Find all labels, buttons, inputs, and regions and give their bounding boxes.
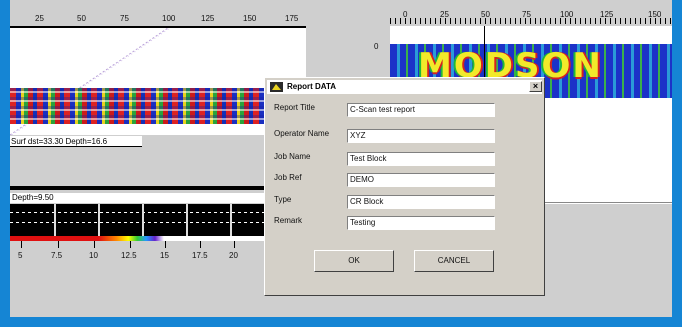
type-label: Type: [274, 195, 292, 204]
ruler-tick-label: 25: [35, 14, 44, 23]
job-name-label: Job Name: [274, 152, 311, 161]
ruler-tick: [234, 241, 235, 248]
grid-line: [230, 204, 232, 236]
cancel-button[interactable]: CANCEL: [414, 250, 494, 272]
ruler-tick-label: 15: [160, 251, 169, 260]
grid-line: [54, 204, 56, 236]
operator-name-label: Operator Name: [274, 129, 330, 138]
ruler-tick-label: 150: [243, 14, 257, 23]
depth-readout: Depth=9.50: [10, 193, 306, 203]
surface-depth-readout: Surf dst=33.30 Depth=16.6: [10, 136, 142, 147]
ruler-tick-label: 0: [374, 42, 379, 51]
app-window: 25 50 75 100 125 150 175 Surf dst=33.30 …: [0, 0, 682, 327]
ruler-tick-label: 125: [201, 14, 215, 23]
report-title-label: Report Title: [274, 103, 315, 112]
ruler-tick-label: 5: [18, 251, 23, 260]
ruler-tick-label: 17.5: [192, 251, 208, 260]
cscan-top-ruler: 0 25 50 75 100 125 150: [390, 10, 672, 26]
ok-button[interactable]: OK: [314, 250, 394, 272]
ruler-tick: [165, 241, 166, 248]
job-name-input[interactable]: Test Block: [347, 152, 495, 166]
ruler-tick-label: 50: [77, 14, 86, 23]
app-icon: [270, 82, 283, 92]
ruler-ticks: [390, 18, 672, 24]
ruler-tick-label: 75: [120, 14, 129, 23]
window-border-left: [0, 0, 10, 327]
remark-label: Remark: [274, 216, 303, 225]
ruler-tick-label: 100: [162, 14, 176, 23]
ruler-tick: [94, 241, 95, 248]
ruler-tick-label: 12.5: [121, 251, 137, 260]
ruler-tick-label: 20: [229, 251, 238, 260]
ruler-tick-label: 175: [285, 14, 299, 23]
grid-line: [186, 204, 188, 236]
depth-ruler: 5 7.5 10 12.5 15 17.5 20: [10, 241, 306, 263]
ruler-tick: [21, 241, 22, 248]
job-ref-input[interactable]: DEMO: [347, 173, 495, 187]
bscan-image[interactable]: [10, 28, 306, 135]
job-ref-label: Job Ref: [274, 173, 302, 182]
bscan-echo-band-overlay: [10, 88, 306, 124]
dialog-title: Report DATA: [287, 82, 337, 91]
close-button[interactable]: ×: [529, 81, 542, 92]
grid-line: [98, 204, 100, 236]
type-input[interactable]: CR Block: [347, 195, 495, 209]
report-data-dialog: Report DATA × Report Title C-Scan test r…: [264, 77, 545, 296]
operator-name-input[interactable]: XYZ: [347, 129, 495, 143]
ruler-tick-label: 7.5: [51, 251, 63, 260]
remark-input[interactable]: Testing: [347, 216, 495, 230]
depth-scan-strip[interactable]: [10, 204, 306, 236]
report-title-input[interactable]: C-Scan test report: [347, 103, 495, 117]
window-border-right: [672, 0, 682, 327]
depth-separator: [10, 186, 306, 190]
window-border-bottom: [0, 317, 682, 327]
dialog-titlebar[interactable]: Report DATA ×: [267, 80, 542, 94]
ruler-tick: [130, 241, 131, 248]
ruler-tick-label: 10: [89, 251, 98, 260]
ruler-tick: [200, 241, 201, 248]
ruler-tick: [58, 241, 59, 248]
grid-line: [142, 204, 144, 236]
